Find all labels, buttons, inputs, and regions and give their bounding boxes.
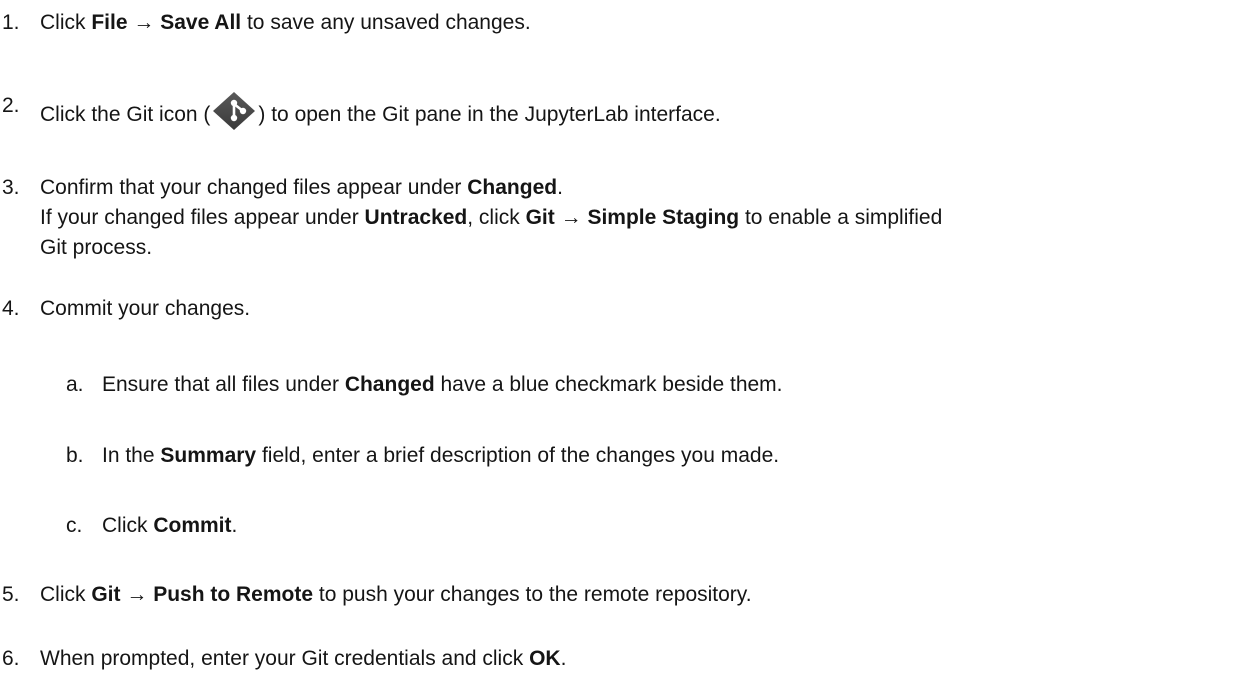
text-run: to save any unsaved changes. xyxy=(241,11,531,34)
label-changed: Changed xyxy=(344,373,435,396)
text-run: ) to open the Git pane in the JupyterLab… xyxy=(258,103,721,126)
label-changed: Changed xyxy=(467,176,558,199)
step-number: 5. xyxy=(2,583,20,606)
arrow-text: → xyxy=(127,11,161,34)
step-number: 2. xyxy=(2,94,20,117)
step-text: Commit your changes. xyxy=(40,297,251,320)
instructions-document: 1. Click File → Save All to save any uns… xyxy=(0,0,1257,687)
substep-letter: b. xyxy=(66,444,84,467)
label-commit: Commit xyxy=(153,514,232,537)
text-run: to enable a simplified xyxy=(739,206,943,229)
text-run: Click xyxy=(40,11,92,34)
menu-push-to-remote: Push to Remote xyxy=(153,583,314,606)
git-icon xyxy=(212,91,256,131)
step-text: Click the Git icon ( ) to open the Git pa… xyxy=(40,91,1245,131)
label-summary: Summary xyxy=(160,444,257,467)
text-run: , click xyxy=(467,206,526,229)
substep-letter: c. xyxy=(66,514,83,537)
text-run: Click xyxy=(102,514,154,537)
text-run: . xyxy=(231,514,238,537)
substep-text: Ensure that all files under Changed have… xyxy=(102,370,1242,400)
text-run: Click the Git icon ( xyxy=(40,103,211,126)
menu-git: Git xyxy=(91,583,121,606)
text-run: In the xyxy=(102,444,161,467)
step-text: Click File → Save All to save any unsave… xyxy=(40,8,1245,38)
text-run: When prompted, enter your Git credential… xyxy=(40,647,530,670)
step-number: 3. xyxy=(2,176,20,199)
step-text: Click Git → Push to Remote to push your … xyxy=(40,580,1245,610)
arrow-text: → xyxy=(120,583,154,606)
substep-text: Click Commit. xyxy=(102,511,1242,541)
text-run: Click xyxy=(40,583,92,606)
step-number: 1. xyxy=(2,11,20,34)
menu-simple-staging: Simple Staging xyxy=(587,206,740,229)
step-text: When prompted, enter your Git credential… xyxy=(40,644,1245,674)
substep-letter: a. xyxy=(66,373,84,396)
text-run: If your changed files appear under xyxy=(40,206,365,229)
text-run: to push your changes to the remote repos… xyxy=(313,583,752,606)
step-text: Confirm that your changed files appear u… xyxy=(40,173,1245,263)
text-run: field, enter a brief description of the … xyxy=(256,444,780,467)
label-ok: OK xyxy=(529,647,561,670)
text-run: . xyxy=(560,647,567,670)
substep-text: In the Summary field, enter a brief desc… xyxy=(102,441,1242,471)
arrow-text: → xyxy=(554,206,588,229)
text-run: Confirm that your changed files appear u… xyxy=(40,176,468,199)
text-run: have a blue checkmark beside them. xyxy=(434,373,783,396)
step-number: 6. xyxy=(2,647,20,670)
menu-git: Git xyxy=(525,206,555,229)
text-run: Ensure that all files under xyxy=(102,373,345,396)
text-run: . xyxy=(557,176,563,199)
menu-file: File xyxy=(91,11,128,34)
label-untracked: Untracked xyxy=(364,206,468,229)
menu-save-all: Save All xyxy=(160,11,242,34)
step-number: 4. xyxy=(2,297,20,320)
text-run: Git process. xyxy=(40,236,153,259)
